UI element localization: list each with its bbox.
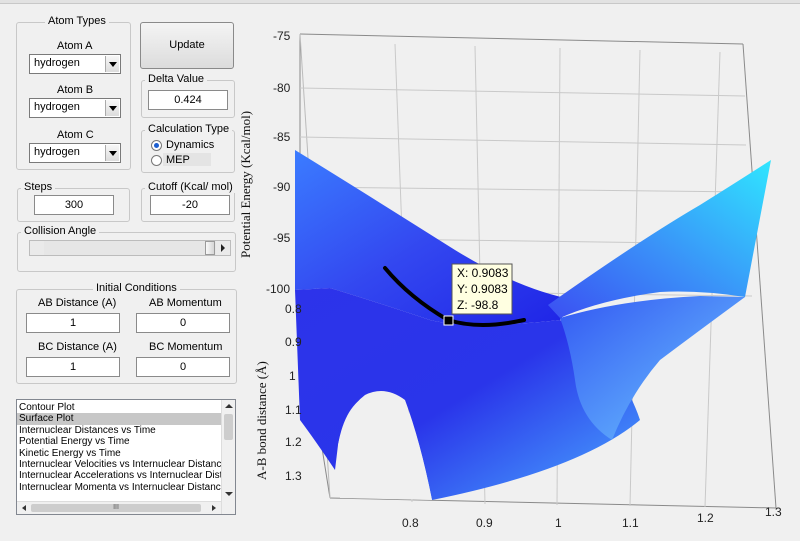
datatip-z: Z: -98.8 (457, 298, 499, 312)
chevron-left-icon[interactable] (18, 502, 30, 514)
z-tick: -90 (273, 180, 291, 194)
x-tick: 0.8 (402, 516, 419, 530)
chevron-down-icon[interactable] (105, 56, 119, 72)
atom-b-value: hydrogen (34, 101, 80, 113)
list-item[interactable]: Internuclear Momenta vs Internuclear Dis… (17, 482, 223, 493)
list-item[interactable]: Contour Plot (17, 402, 223, 413)
y-tick: 1.1 (285, 403, 302, 417)
atom-b-label: Atom B (57, 84, 94, 96)
x-tick: 1.2 (697, 511, 714, 525)
datatip-marker[interactable] (443, 315, 454, 326)
update-button-label: Update (169, 39, 205, 51)
y-tick: 1 (289, 369, 296, 383)
datatip-x: X: 0.9083 (457, 266, 509, 280)
ab-distance-input[interactable]: 1 (26, 313, 120, 333)
chevron-down-icon[interactable] (222, 488, 236, 500)
chevron-up-icon[interactable] (222, 400, 236, 412)
bc-momentum-label: BC Momentum (149, 341, 223, 353)
list-item[interactable]: Internuclear Velocities vs Internuclear … (17, 459, 223, 470)
atom-types-title: Atom Types (45, 15, 109, 27)
ab-momentum-label: AB Momentum (149, 297, 222, 309)
bc-momentum-input[interactable]: 0 (136, 357, 230, 377)
atom-c-label: Atom C (57, 129, 94, 141)
calc-type-panel: Calculation Type (141, 123, 235, 173)
chevron-right-icon (221, 244, 225, 252)
list-item[interactable]: Internuclear Accelerations vs Internucle… (17, 470, 223, 481)
chevron-down-icon[interactable] (105, 100, 119, 116)
atom-b-dropdown[interactable]: hydrogen (29, 98, 121, 118)
list-item[interactable]: Potential Energy vs Time (17, 436, 223, 447)
bc-distance-input[interactable]: 1 (26, 357, 120, 377)
slider-right-button[interactable] (216, 241, 230, 255)
y-tick: 0.9 (285, 335, 302, 349)
plot-list-items: Contour Plot Surface Plot Internuclear Dis… (17, 400, 235, 493)
vertical-scrollbar[interactable] (221, 400, 235, 514)
horizontal-scroll-thumb[interactable]: III (31, 504, 201, 512)
x-axis-ticks: 0.8 0.9 1 1.1 1.2 1.3 (402, 505, 782, 530)
dynamics-label: Dynamics (166, 139, 215, 151)
z-tick: -95 (273, 231, 291, 245)
delta-value-input[interactable]: 0.424 (148, 90, 228, 110)
chevron-down-icon[interactable] (105, 145, 119, 161)
atom-c-value: hydrogen (34, 146, 80, 158)
bc-distance-label: BC Distance (A) (38, 341, 117, 353)
list-item[interactable]: Surface Plot (17, 413, 223, 425)
plot-type-listbox[interactable]: Contour Plot Surface Plot Internuclear Dis… (16, 399, 236, 515)
collision-angle-slider[interactable] (29, 240, 231, 256)
datatip-box[interactable]: X: 0.9083 Y: 0.9083 Z: -98.8 (451, 263, 513, 315)
cutoff-input[interactable]: -20 (150, 195, 230, 215)
z-axis-label: Potential Energy (Kcal/mol) (240, 111, 253, 258)
datatip-y: Y: 0.9083 (457, 282, 508, 296)
ab-momentum-input[interactable]: 0 (136, 313, 230, 333)
ab-distance-label: AB Distance (A) (38, 297, 117, 309)
x-tick: 1.3 (765, 505, 782, 519)
update-button[interactable]: Update (140, 22, 234, 69)
atom-a-label: Atom A (57, 40, 93, 52)
z-axis-ticks: -75 -80 -85 -90 -95 -100 (266, 29, 291, 296)
x-tick: 0.9 (476, 516, 493, 530)
x-tick: 1.1 (622, 516, 639, 530)
top-toolbar-edge (0, 0, 800, 4)
y-tick: 1.3 (285, 469, 302, 483)
potential-energy-surface (295, 150, 771, 500)
steps-input[interactable]: 300 (34, 195, 114, 215)
delta-value-title: Delta Value (145, 73, 208, 85)
dynamics-radio[interactable] (151, 140, 162, 151)
z-tick: -80 (273, 81, 291, 95)
slider-thumb[interactable] (204, 241, 215, 255)
x-tick: 1 (555, 516, 562, 530)
z-tick: -85 (273, 130, 291, 144)
chevron-right-icon[interactable] (208, 502, 220, 514)
slider-left-button[interactable] (30, 241, 44, 255)
calc-type-title: Calculation Type (145, 123, 233, 135)
initial-conditions-title: Initial Conditions (93, 282, 180, 294)
horizontal-scrollbar[interactable]: III (17, 501, 221, 514)
cutoff-title: Cutoff (Kcal/ mol) (145, 181, 236, 193)
y-tick: 0.8 (285, 302, 302, 316)
list-item[interactable]: Kinetic Energy vs Time (17, 448, 223, 459)
atom-c-dropdown[interactable]: hydrogen (29, 143, 121, 163)
vertical-scroll-thumb[interactable] (224, 414, 233, 440)
atom-a-dropdown[interactable]: hydrogen (29, 54, 121, 74)
list-item[interactable]: Internuclear Distances vs Time (17, 425, 223, 436)
y-axis-label: A-B bond distance (Å) (254, 361, 269, 480)
atom-a-value: hydrogen (34, 57, 80, 69)
surface-plot-area[interactable]: X: 0.9083 Y: 0.9083 Z: -98.8 -75 -80 -85… (240, 0, 800, 541)
steps-title: Steps (21, 181, 56, 193)
collision-angle-title: Collision Angle (21, 225, 100, 237)
mep-radio[interactable] (151, 155, 162, 166)
z-tick: -100 (266, 282, 290, 296)
z-tick: -75 (273, 29, 291, 43)
surface-plot-svg[interactable]: X: 0.9083 Y: 0.9083 Z: -98.8 -75 -80 -85… (240, 0, 800, 541)
scroll-grip: III (113, 504, 119, 511)
mep-label: MEP (166, 154, 190, 166)
y-tick: 1.2 (285, 435, 302, 449)
